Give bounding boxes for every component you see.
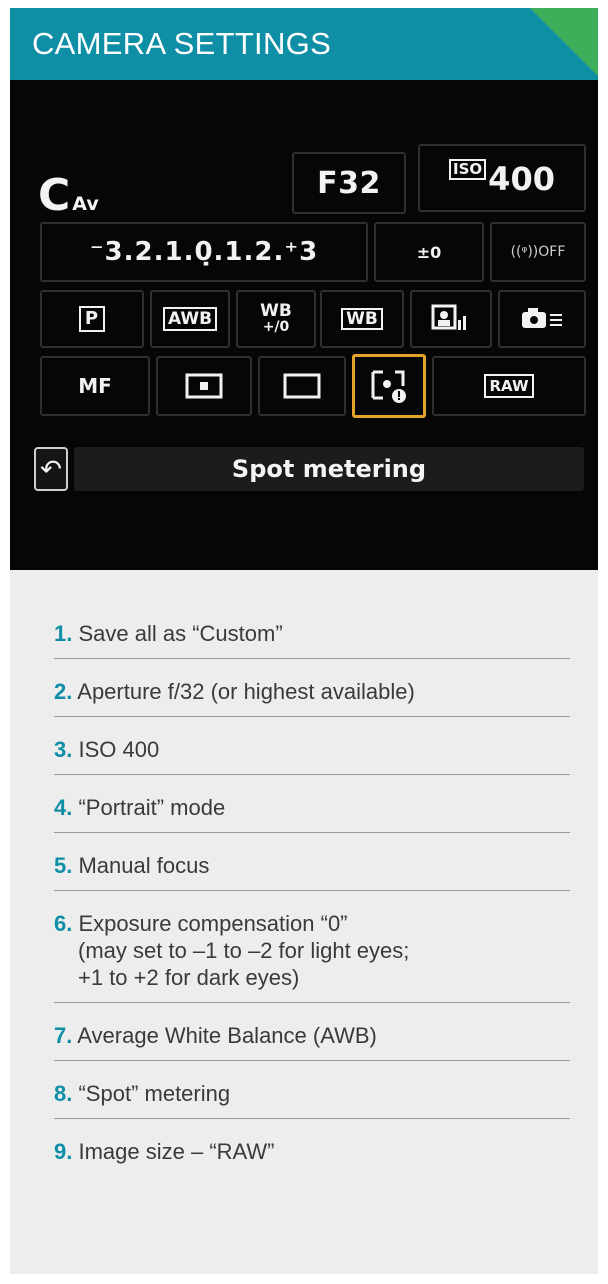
focus-mode-setting[interactable]: MF [40,356,150,416]
awb-icon: AWB [162,307,218,331]
divider [54,890,570,891]
aperture-value: F32 [317,165,381,201]
header-bar: CAMERA SETTINGS [10,8,598,80]
list-item: 6. Exposure compensation “0” (may set to… [54,910,570,991]
wb-bracketing-setting[interactable]: WB [320,290,404,348]
mode-av-label: Av [72,193,99,215]
list-item: 9. Image size – “RAW” [54,1138,570,1165]
list-item-text-line3: +1 to +2 for dark eyes) [78,965,300,990]
wifi-off-icon: ((ᵠ))OFF [510,244,566,260]
divider [54,832,570,833]
flash-compensation-value: ±0 [416,242,442,262]
list-item: 8. “Spot” metering [54,1080,570,1107]
list-item-number: 8. [54,1081,73,1106]
wb-shift-icon: WB [260,301,292,321]
list-item-number: 1. [54,621,73,646]
picture-style-setting[interactable]: P [40,290,144,348]
camera-quick-control-screen: C Av F32 ISO 400 ⁻3.2.1.0̣.1.2.⁺3 ±0 ((ᵠ)… [10,80,598,570]
list-item-text: Manual focus [78,853,210,878]
return-arrow-icon: ↶ [40,453,62,484]
current-setting-status: Spot metering [74,447,584,491]
list-item: 4. “Portrait” mode [54,794,570,821]
evaluative-metering-icon [185,373,223,399]
list-item-text: “Spot” metering [78,1081,231,1106]
list-item-text: “Portrait” mode [78,795,226,820]
manual-focus-label: MF [78,374,112,398]
list-item-number: 3. [54,737,73,762]
iso-value: 400 [488,159,555,198]
metering-center-weighted[interactable] [258,356,346,416]
divider [54,716,570,717]
camera-menu-icon [522,308,562,328]
iso-setting[interactable]: ISO 400 [418,144,586,212]
list-item-number: 7. [54,1023,73,1048]
lighting-optimizer-icon [431,304,466,330]
list-item-text: Image size – “RAW” [78,1139,275,1164]
wb-shift-sub-label: +/0 [262,319,290,335]
list-item: 1. Save all as “Custom” [54,620,570,647]
metering-spot-selected[interactable] [352,354,426,418]
header-title: CAMERA SETTINGS [32,26,332,61]
list-item-text: Aperture f/32 (or highest available) [77,679,415,704]
white-balance-setting[interactable]: AWB [150,290,230,348]
divider [54,1060,570,1061]
metering-evaluative[interactable] [156,356,252,416]
exposure-level-scale[interactable]: ⁻3.2.1.0̣.1.2.⁺3 [40,222,368,282]
aperture-setting[interactable]: F32 [292,152,406,214]
shooting-mode: C Av [38,170,99,221]
back-button[interactable]: ↶ [34,447,68,491]
list-item-text: Average White Balance (AWB) [77,1023,377,1048]
raw-icon: RAW [484,374,534,398]
wb-shift-setting[interactable]: WB +/0 [236,290,316,348]
list-item-number: 6. [54,911,73,936]
list-item-number: 2. [54,679,73,704]
list-item-text: Exposure compensation “0” [78,911,348,936]
divider [54,1002,570,1003]
custom-controls-setting[interactable] [498,290,586,348]
image-quality-setting[interactable]: RAW [432,356,586,416]
list-item-number: 9. [54,1139,73,1164]
picture-style-icon: P [78,306,106,332]
list-item-number: 5. [54,853,73,878]
divider [54,1118,570,1119]
exposure-scale-text: ⁻3.2.1.0̣.1.2.⁺3 [89,237,319,267]
list-item: 2. Aperture f/32 (or highest available) [54,678,570,705]
camera-settings-card: CAMERA SETTINGS C Av F32 ISO 400 ⁻3.2.1.0… [10,8,598,1274]
list-item: 5. Manual focus [54,852,570,879]
iso-icon: ISO [449,158,487,180]
status-text: Spot metering [231,455,427,483]
list-item-text: Save all as “Custom” [78,621,283,646]
list-item-text-line2: (may set to –1 to –2 for light eyes; [78,938,410,963]
spot-metering-icon [371,370,406,403]
center-weighted-metering-icon [283,373,321,399]
wb-bracket-icon: WB [341,308,383,330]
divider [54,658,570,659]
mode-custom-letter: C [38,170,71,221]
header-corner-accent [530,8,598,76]
list-item-text: ISO 400 [78,737,160,762]
list-item: 3. ISO 400 [54,736,570,763]
list-item: 7. Average White Balance (AWB) [54,1022,570,1049]
auto-lighting-optimizer-setting[interactable] [410,290,492,348]
flash-exposure-compensation[interactable]: ±0 [374,222,484,282]
list-item-number: 4. [54,795,73,820]
divider [54,774,570,775]
wireless-setting[interactable]: ((ᵠ))OFF [490,222,586,282]
